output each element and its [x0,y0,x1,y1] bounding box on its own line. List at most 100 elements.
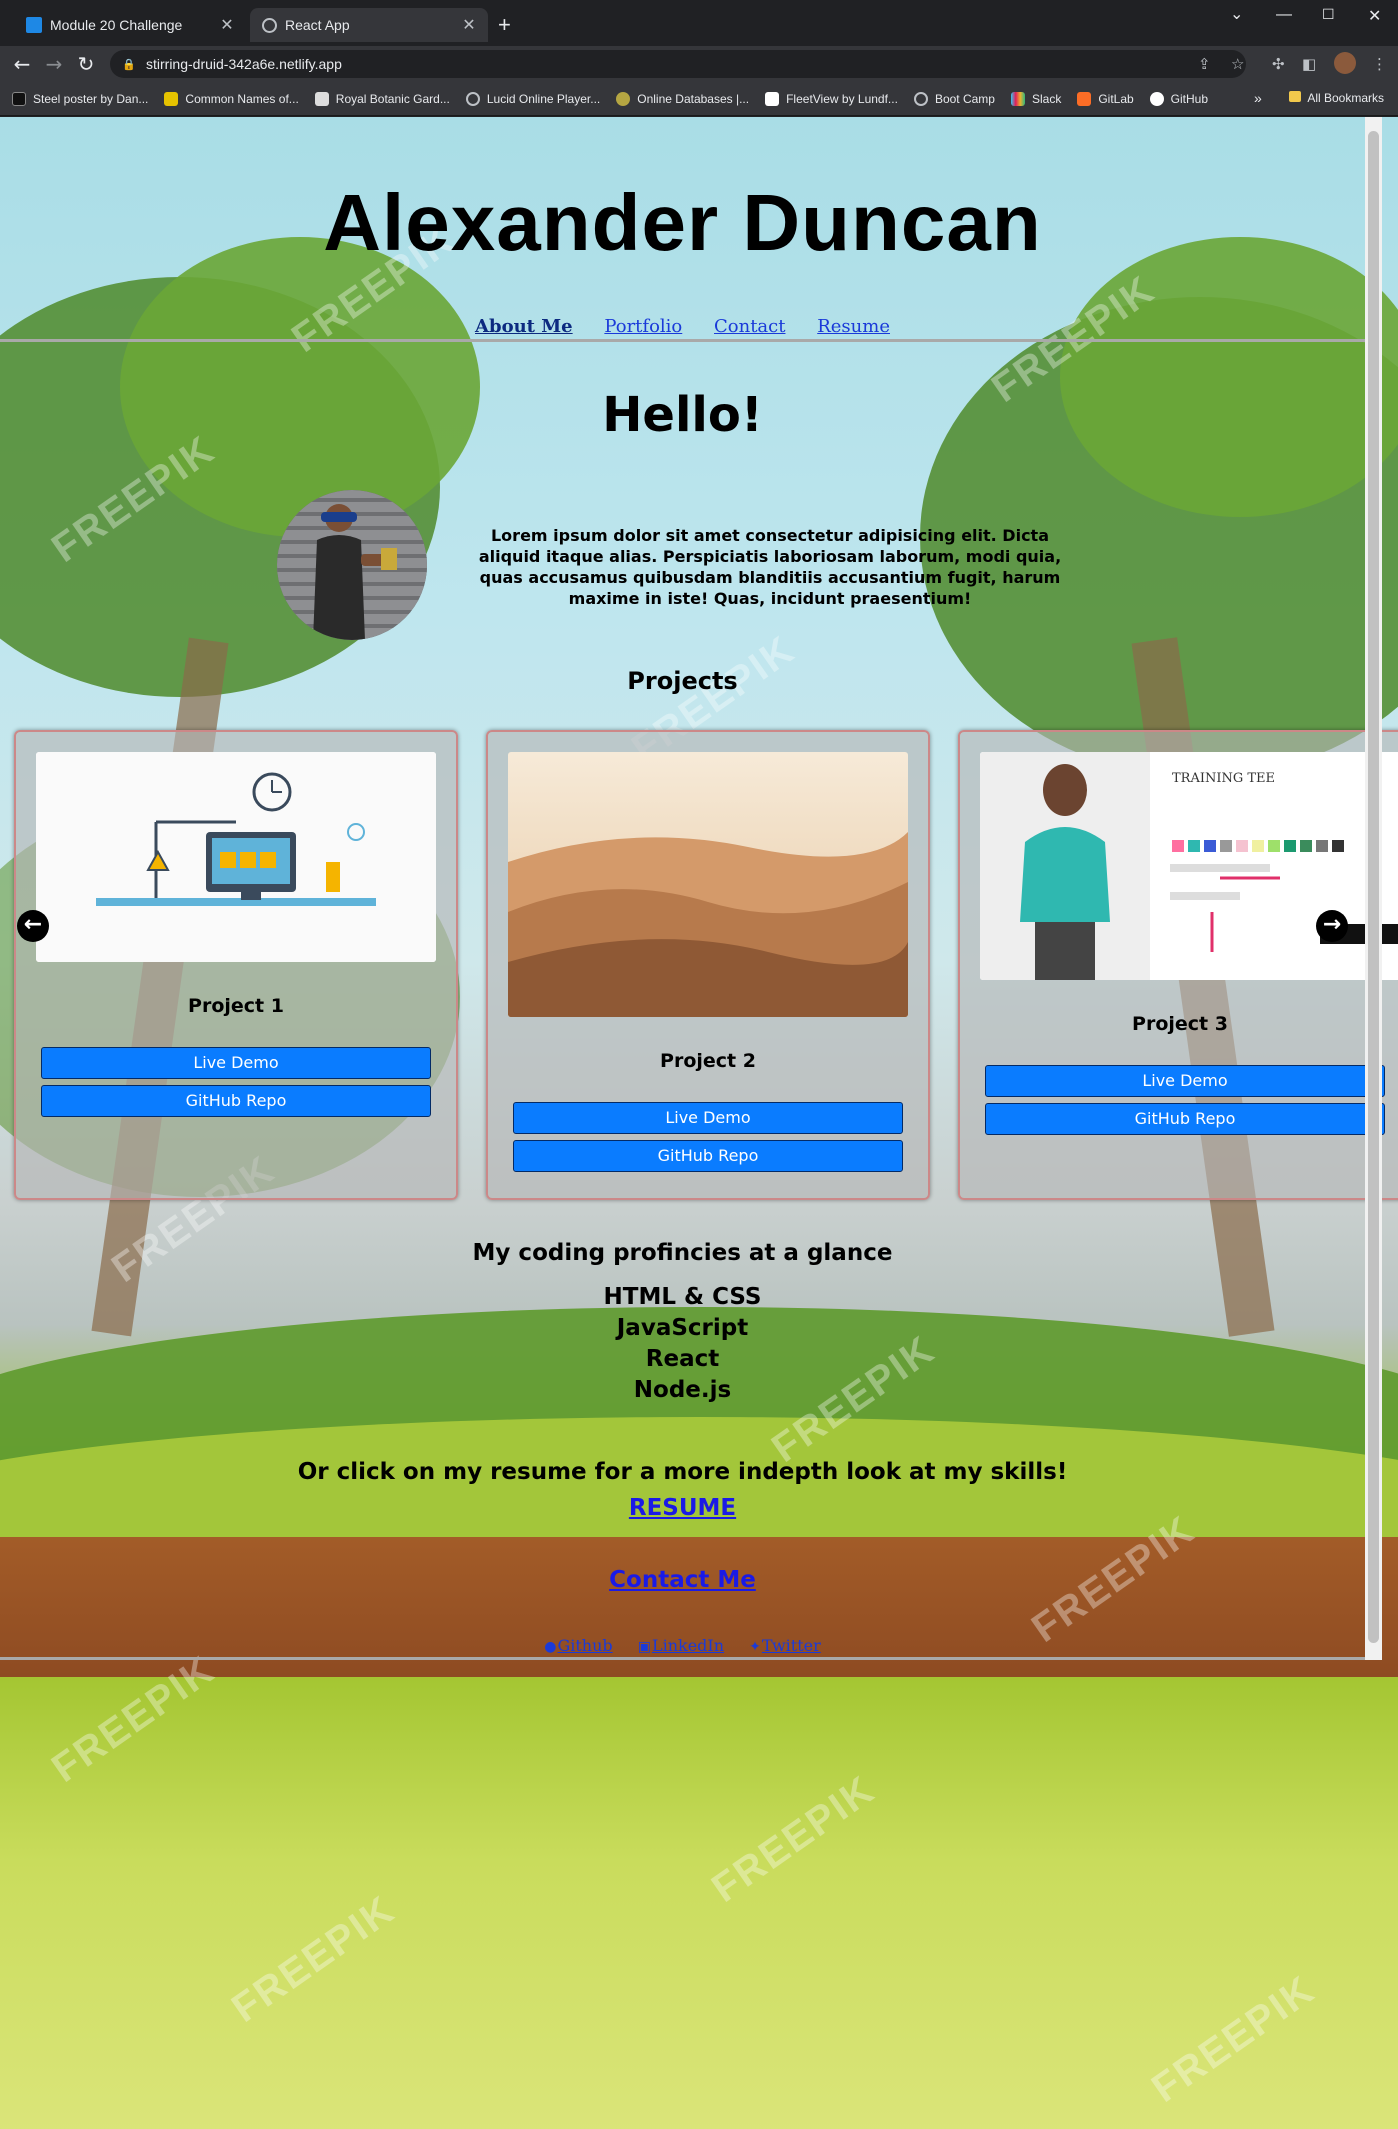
linkedin-icon: ▣ [637,1639,651,1655]
shirt-product-title: TRAINING TEE [1172,771,1275,786]
nav-resume[interactable]: Resume [817,316,890,337]
tab-favicon-icon [26,17,42,33]
profile-avatar[interactable] [1334,52,1356,74]
bookmarks-bar: Steel poster by Dan... Common Names of..… [0,82,1398,116]
bio-text: Lorem ipsum dolor sit amet consectetur a… [478,526,1062,608]
skill-item: HTML & CSS [603,1284,762,1310]
github-icon [1149,91,1164,106]
back-button[interactable]: ← [8,50,36,78]
forward-button[interactable]: → [40,50,68,78]
project-card: Project 2 Live Demo GitHub Repo [486,730,930,1200]
close-tab-icon[interactable]: ✕ [458,15,480,35]
github-link[interactable]: ●Github [544,1636,612,1655]
project-title: Project 3 [1132,1013,1228,1035]
contact-me-link[interactable]: Contact Me [609,1567,756,1593]
tab-react-app[interactable]: React App ✕ [250,8,488,42]
greeting-heading: Hello! [602,387,763,443]
gitlab-icon [1077,91,1092,106]
nav-divider [0,339,1365,342]
contact-link-wrap: Contact Me [0,1567,1365,1593]
site-title: Alexander Duncan [323,178,1042,267]
project-3-image: TRAINING TEE [980,752,1398,980]
live-demo-button[interactable]: Live Demo [41,1047,431,1079]
bookmark-item[interactable]: GitLab [1077,91,1134,106]
social-links: ●Github ▣LinkedIn ✦Twitter [0,1636,1365,1655]
bookmark-item[interactable]: FleetView by Lundf... [765,91,898,106]
skill-item: JavaScript [616,1315,749,1341]
site-nav: About Me Portfolio Contact Resume [0,316,1365,337]
page-viewport: FREEPIK FREEPIK FREEPIK FREEPIK FREEPIK … [0,117,1398,2129]
scrollbar-thumb[interactable] [1368,131,1379,1643]
minimize-button[interactable]: — [1276,6,1292,24]
project-title: Project 2 [660,1050,756,1072]
project-title: Project 1 [188,995,284,1017]
live-demo-button[interactable]: Live Demo [985,1065,1385,1097]
bookmark-favicon-icon [616,91,631,106]
projects-heading: Projects [627,667,738,695]
resume-link-wrap: RESUME [0,1495,1365,1521]
twitter-icon: ✦ [749,1639,761,1655]
linkedin-link[interactable]: ▣LinkedIn [638,1636,724,1655]
bookmark-item[interactable]: Slack [1010,91,1061,106]
tab-title: Module 20 Challenge [50,17,183,33]
bookmark-item[interactable]: Common Names of... [164,91,299,106]
reload-button[interactable]: ↻ [72,50,100,78]
nav-portfolio[interactable]: Portfolio [604,316,682,337]
project-1-image [36,752,436,962]
footer-divider [0,1657,1365,1660]
github-repo-button[interactable]: GitHub Repo [513,1140,903,1172]
tab-strip: Module 20 Challenge ✕ React App ✕ + ⌄ — … [0,0,1398,50]
profile-photo-graphic [277,490,427,640]
bookmarks-overflow-button[interactable]: » [1254,90,1262,106]
nav-about-me[interactable]: About Me [475,316,573,337]
lock-icon: 🔒 [122,58,136,71]
bookmark-item[interactable]: Royal Botanic Gard... [314,91,450,106]
bookmark-favicon-icon [164,91,179,106]
tab-title: React App [285,17,350,33]
bookmark-item[interactable]: Lucid Online Player... [465,91,600,106]
construction-illustration [36,752,436,962]
close-tab-icon[interactable]: ✕ [216,15,238,35]
maximize-button[interactable]: ☐ [1322,6,1335,23]
tab-search-icon[interactable]: ⌄ [1230,4,1243,24]
github-repo-button[interactable]: GitHub Repo [985,1103,1385,1135]
bookmark-favicon-icon [765,91,780,106]
desert-photo [508,752,908,1017]
bookmark-item[interactable]: Online Databases |... [616,91,749,106]
share-icon[interactable]: ⇪ [1198,55,1211,73]
new-tab-button[interactable]: + [498,12,511,38]
carousel-next-button[interactable]: → [1316,910,1348,942]
globe-icon [465,91,480,106]
close-window-button[interactable]: ✕ [1368,6,1381,26]
twitter-link[interactable]: ✦Twitter [749,1636,821,1655]
tree-foliage-right-light [1060,237,1398,517]
nav-contact[interactable]: Contact [714,316,785,337]
project-card: Project 1 Live Demo GitHub Repo [14,730,458,1200]
tab-module-20[interactable]: Module 20 Challenge ✕ [14,8,246,42]
side-panel-icon[interactable]: ◧ [1302,55,1316,73]
globe-icon [913,91,928,106]
project-card: TRAINING TEE Project 3 Live Demo GitHub … [958,730,1398,1200]
page-scrollbar[interactable] [1365,117,1382,1660]
live-demo-button[interactable]: Live Demo [513,1102,903,1134]
proficiencies-heading: My coding profincies at a glance [472,1240,893,1266]
browser-toolbar: ← → ↻ 🔒 stirring-druid-342a6e.netlify.ap… [0,46,1398,82]
bookmark-item[interactable]: Steel poster by Dan... [12,91,148,106]
github-icon: ● [544,1639,557,1655]
extensions-icon[interactable]: ✣ [1272,55,1285,73]
bookmark-item[interactable]: GitHub [1149,91,1208,106]
menu-kebab-icon[interactable]: ⋮ [1372,55,1387,73]
training-tee-screenshot: TRAINING TEE [980,752,1398,980]
bookmark-item[interactable]: Boot Camp [913,91,995,106]
address-bar[interactable]: 🔒 stirring-druid-342a6e.netlify.app [110,50,1246,78]
folder-icon [1289,91,1302,102]
resume-link[interactable]: RESUME [629,1495,736,1521]
all-bookmarks-button[interactable]: All Bookmarks [1289,91,1384,105]
carousel-prev-button[interactable]: ← [17,910,49,942]
globe-icon [262,17,277,33]
skill-item: React [645,1346,720,1372]
github-repo-button[interactable]: GitHub Repo [41,1085,431,1117]
bookmark-star-icon[interactable]: ☆ [1231,55,1244,73]
bookmark-favicon-icon [314,91,329,106]
skill-item: Node.js [633,1377,732,1403]
